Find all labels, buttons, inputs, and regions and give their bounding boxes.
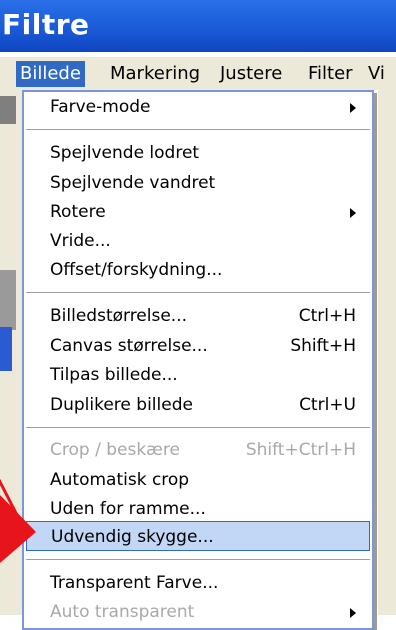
red-pointer-arrow-icon: [0, 478, 36, 563]
red-arrow-head: [0, 495, 36, 563]
